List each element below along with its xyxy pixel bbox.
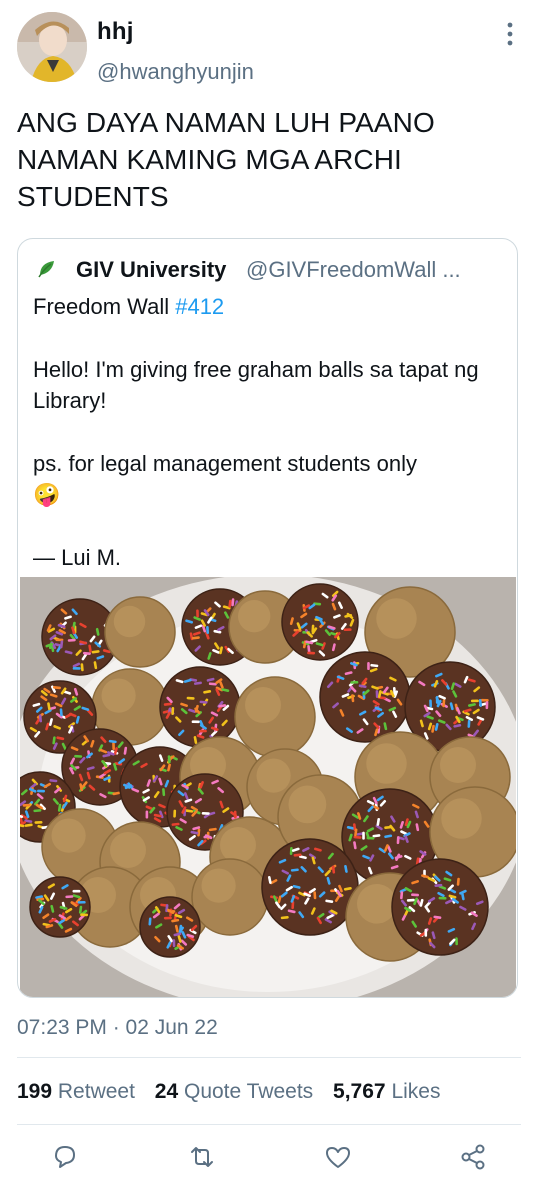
sprinkle-ball <box>29 876 91 938</box>
likes-label: Likes <box>391 1080 441 1103</box>
graham-balls-photo <box>18 574 517 997</box>
sprinkle-ball <box>159 666 241 748</box>
quoted-tweet-body: Freedom Wall #412 Hello! I'm giving free… <box>33 291 503 573</box>
avatar[interactable] <box>17 12 87 82</box>
quoted-line-1: Freedom Wall #412 <box>33 291 503 322</box>
quoted-paragraph-3-text: ps. for legal management students only <box>33 451 418 476</box>
sprinkle-ball <box>391 858 489 956</box>
more-options-button[interactable] <box>498 18 522 52</box>
quoted-tweet-card[interactable]: GIV University @GIVFreedomWall ... Freed… <box>17 238 518 998</box>
sprinkle-ball <box>281 583 359 661</box>
sprinkle-ball <box>261 838 359 936</box>
retweet-icon <box>191 1147 213 1167</box>
display-name[interactable]: hhj <box>97 18 134 46</box>
sprinkle-ball <box>319 651 411 743</box>
retweet-count: 199 <box>17 1080 53 1103</box>
more-vertical-icon <box>507 22 513 46</box>
retweet-button[interactable] <box>187 1142 217 1172</box>
quoted-signature: — Lui M. <box>33 545 122 570</box>
share-icon <box>461 1144 485 1170</box>
quoted-photo[interactable] <box>18 574 517 997</box>
graham-ball <box>234 676 316 758</box>
share-button[interactable] <box>458 1142 488 1172</box>
quote-tweets-stat[interactable]: 24 Quote Tweets <box>155 1080 313 1103</box>
quote-label: Quote Tweets <box>183 1080 314 1103</box>
quoted-paragraph-2: Hello! I'm giving free graham balls sa t… <box>33 357 479 413</box>
user-handle[interactable]: @hwanghyunjin <box>97 59 254 85</box>
divider <box>17 1124 521 1125</box>
graham-ball <box>104 596 176 668</box>
likes-stat[interactable]: 5,767 Likes <box>333 1080 440 1103</box>
divider <box>17 1057 521 1058</box>
sprinkle-ball <box>139 896 201 958</box>
quoted-display-name[interactable]: GIV University <box>76 257 226 283</box>
retweet-label: Retweet <box>57 1080 135 1103</box>
tweet-text: ANG DAYA NAMAN LUH PAANO NAMAN KAMING MG… <box>17 107 435 212</box>
likes-count: 5,767 <box>333 1080 386 1103</box>
leaf-icon <box>36 257 58 279</box>
reply-button[interactable] <box>50 1142 80 1172</box>
quoted-user-handle[interactable]: @GIVFreedomWall ... <box>246 257 461 283</box>
quote-count: 24 <box>154 1080 179 1103</box>
hashtag-link[interactable]: #412 <box>175 294 224 319</box>
tweet-timestamp[interactable]: 07:23 PM · 02 Jun 22 <box>17 1016 218 1040</box>
retweets-stat[interactable]: 199 Retweet <box>17 1080 135 1103</box>
zany-face-emoji: 🤪 <box>33 482 61 507</box>
like-button[interactable] <box>323 1142 353 1172</box>
quoted-line-1-text: Freedom Wall <box>33 294 176 319</box>
avatar-image <box>17 12 87 82</box>
graham-ball <box>191 858 269 936</box>
heart-icon <box>326 1147 350 1168</box>
reply-icon <box>55 1146 75 1168</box>
engagement-stats: 199 Retweet 24 Quote Tweets 5,767 Likes <box>17 1080 454 1104</box>
quoted-paragraph-3: ps. for legal management students only 🤪 <box>33 448 503 510</box>
